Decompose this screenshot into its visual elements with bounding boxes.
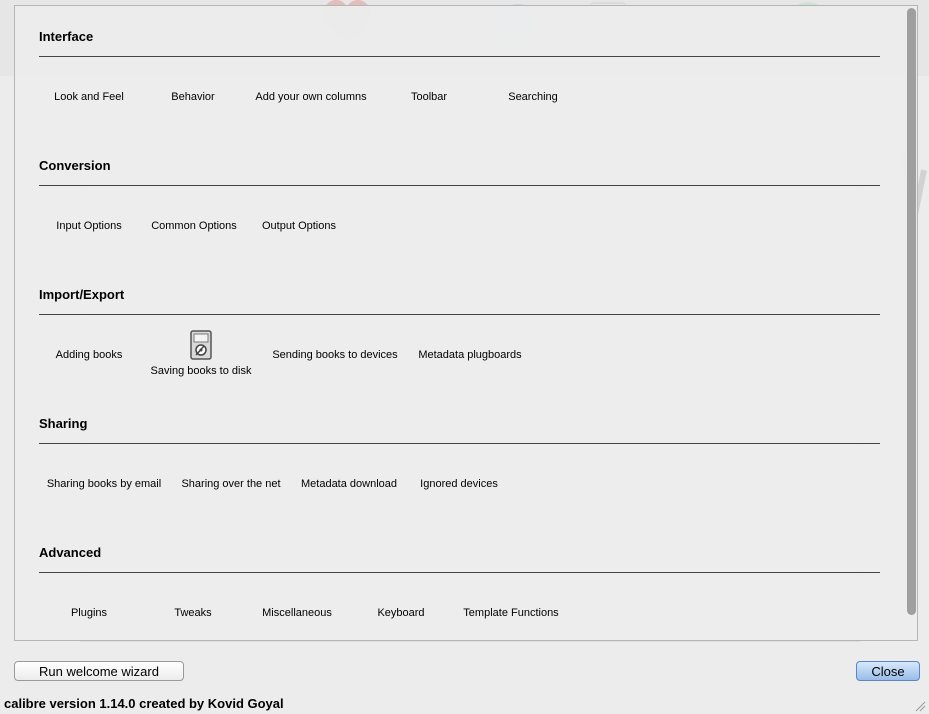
pref-toolbar[interactable]: Toolbar (411, 91, 447, 103)
pref-miscellaneous[interactable]: Miscellaneous (262, 607, 332, 619)
pref-metadata-download[interactable]: Metadata download (301, 478, 397, 490)
version-label: calibre version 1.14.0 created by Kovid … (4, 696, 284, 711)
section-divider (39, 56, 880, 57)
pref-searching[interactable]: Searching (508, 91, 558, 103)
pref-common-options[interactable]: Common Options (151, 220, 237, 232)
section-divider (39, 572, 880, 573)
pref-template-functions[interactable]: Template Functions (463, 607, 558, 619)
pref-behavior[interactable]: Behavior (171, 91, 214, 103)
pref-adding-books[interactable]: Adding books (56, 349, 123, 361)
section-divider (39, 314, 880, 315)
section-title-import-export: Import/Export (39, 287, 125, 302)
pref-input-options[interactable]: Input Options (56, 220, 121, 232)
resize-grip-icon[interactable] (914, 700, 926, 712)
pref-add-columns[interactable]: Add your own columns (255, 91, 366, 103)
pref-plugins[interactable]: Plugins (71, 607, 107, 619)
pref-sending-books[interactable]: Sending books to devices (272, 349, 397, 361)
section-title-interface: Interface (39, 29, 94, 44)
section-divider (39, 443, 880, 444)
section-title-sharing: Sharing (39, 416, 88, 431)
section-title-advanced: Advanced (39, 545, 102, 560)
vertical-scrollbar[interactable] (907, 8, 916, 615)
section-divider (39, 185, 880, 186)
pref-tweaks[interactable]: Tweaks (174, 607, 211, 619)
disk-icon[interactable] (190, 330, 212, 360)
section-title-conversion: Conversion (39, 158, 111, 173)
pref-saving-books[interactable]: Saving books to disk (151, 365, 252, 377)
pref-metadata-plugboards[interactable]: Metadata plugboards (418, 349, 521, 361)
preferences-panel (14, 5, 918, 641)
run-welcome-wizard-button[interactable]: Run welcome wizard (14, 661, 184, 681)
pref-ignored-devices[interactable]: Ignored devices (420, 478, 498, 490)
pref-output-options[interactable]: Output Options (262, 220, 336, 232)
pref-look-and-feel[interactable]: Look and Feel (54, 91, 124, 103)
pref-sharing-net[interactable]: Sharing over the net (181, 478, 280, 490)
pref-sharing-email[interactable]: Sharing books by email (47, 478, 161, 490)
close-button[interactable]: Close (856, 661, 920, 681)
pref-keyboard[interactable]: Keyboard (377, 607, 424, 619)
